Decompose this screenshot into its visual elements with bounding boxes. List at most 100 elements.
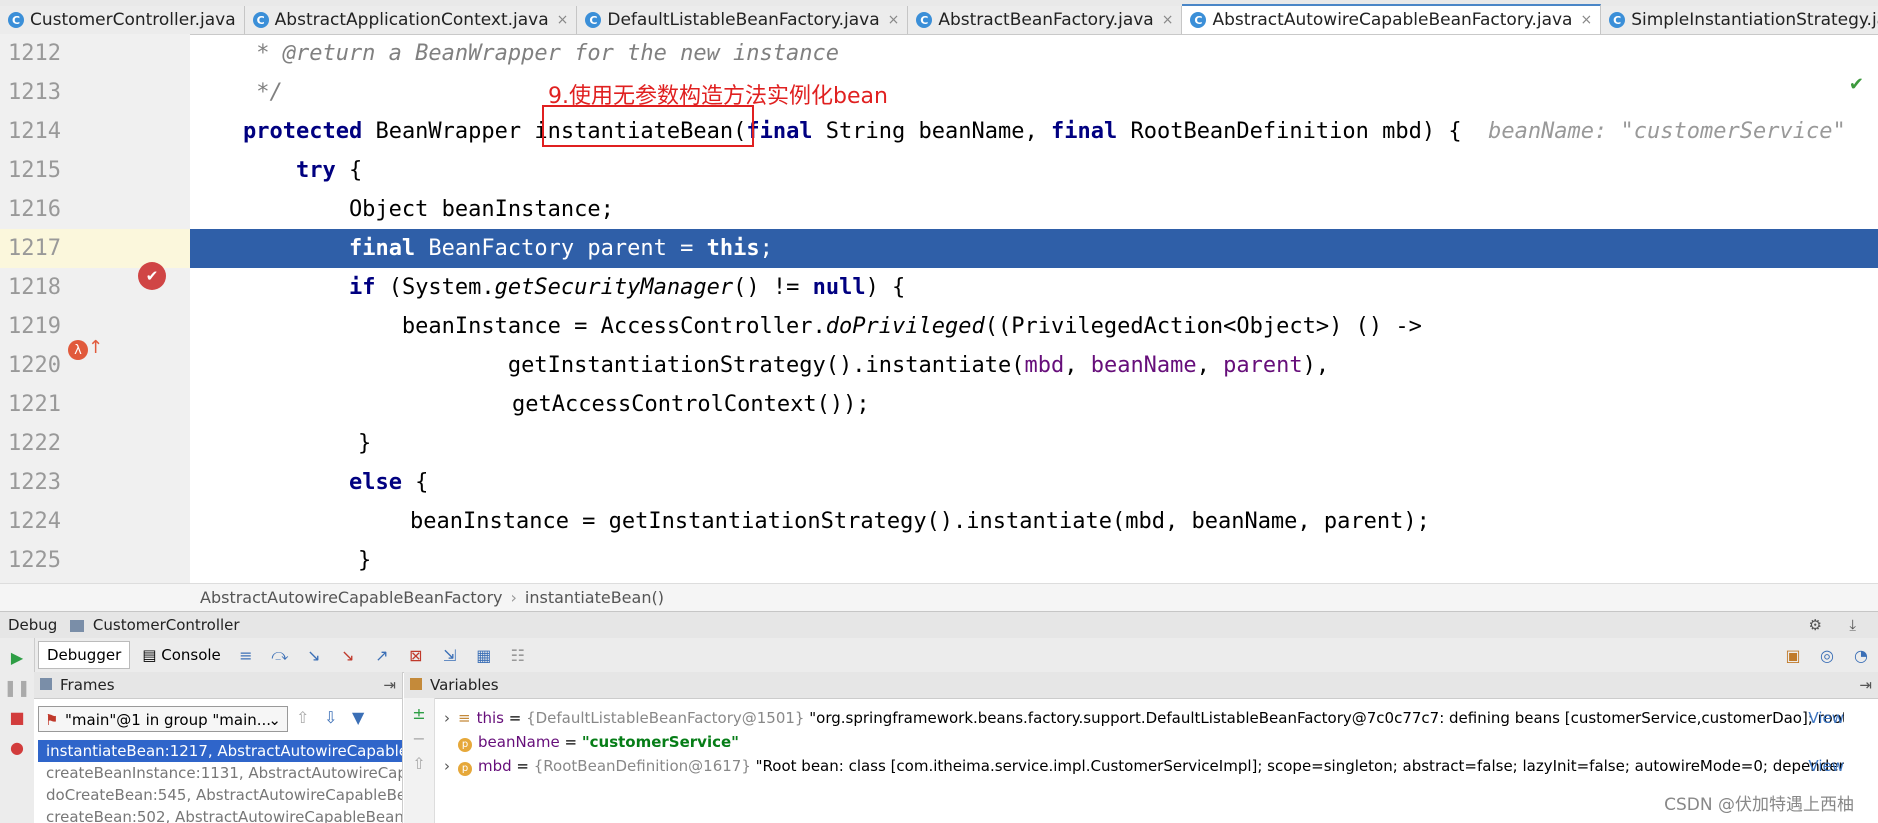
breadcrumb-class[interactable]: AbstractAutowireCapableBeanFactory [200, 584, 503, 612]
arrow-up-icon[interactable]: ⇧ [404, 754, 434, 773]
variable-row[interactable]: › ≡ this = {DefaultListableBeanFactory@150… [444, 706, 1844, 730]
tab-abstractapplicationcontext[interactable]: C AbstractApplicationContext.java × [244, 6, 578, 34]
arrow-up-icon[interactable]: ⇧ [296, 708, 309, 727]
variable-eq: = [559, 733, 582, 751]
tab-abstractbeanfactory[interactable]: C AbstractBeanFactory.java × [908, 6, 1183, 34]
stack-frame[interactable]: createBean:502, AbstractAutowireCapableB… [38, 806, 402, 823]
tab-debugger[interactable]: Debugger [38, 641, 131, 669]
thread-selector[interactable]: ⚑ "main"@1 in group "main... ⌄ [38, 706, 288, 732]
code-text: beanInstance = AccessController.doPrivil… [190, 307, 1422, 346]
keyword: final [1050, 119, 1118, 144]
code-text: getInstantiationStrategy().instantiate(m… [190, 346, 1329, 385]
code-text: } [358, 431, 372, 456]
code-fragment: beanInstance = AccessController. [401, 314, 826, 339]
lambda-icon[interactable]: λ [68, 340, 88, 360]
tab-customercontroller[interactable]: C CustomerController.java [0, 6, 245, 34]
run-config-icon [70, 619, 85, 632]
code-line: 1224 beanInstance = getInstantiationStra… [0, 502, 1878, 541]
chevron-right-icon[interactable]: › [444, 709, 450, 727]
code-fragment: ), [1302, 353, 1330, 378]
pin-icon[interactable]: ⇥ [1859, 672, 1872, 698]
step-out-icon[interactable]: ↗ [371, 644, 393, 666]
variables-icon [410, 678, 422, 690]
minus-icon[interactable]: − [404, 729, 434, 748]
trace-icon[interactable]: ☷ [507, 644, 529, 666]
console-icon: ▤ [142, 646, 157, 664]
stack-frame[interactable]: createBeanInstance:1131, AbstractAutowir… [38, 762, 402, 784]
watermark: CSDN @伏加特遇上西柚 [1664, 795, 1854, 815]
tab-simpleinstantiationstrategy[interactable]: CSimpleInstantiationStrategy.java× [1601, 6, 1878, 34]
line-number: 1212 [8, 41, 61, 66]
code-fragment: ((PrivilegedAction<Object>) () -> [984, 314, 1422, 339]
code-line: 1223 else { [0, 463, 1878, 502]
variable-ref: {RootBeanDefinition@1617} [533, 757, 751, 775]
arrow-up-icon: ↑ [88, 337, 104, 358]
field-icon: ≡ [458, 709, 471, 727]
code-line: 1220 getInstantiationStrategy().instanti… [0, 346, 1878, 385]
thread-selector-value: "main"@1 in group "main... [65, 711, 272, 729]
close-icon[interactable]: × [557, 12, 569, 28]
step-over-icon[interactable]: ⤼ [269, 644, 291, 666]
line-number: 1224 [8, 509, 61, 534]
arrow-down-icon[interactable]: ⇩ [324, 708, 337, 727]
line-number: 1213 [8, 80, 61, 105]
code-text: final BeanFactory parent = this; [190, 229, 773, 268]
tab-defaultlistablebeanfactory[interactable]: C DefaultListableBeanFactory.java × [577, 6, 909, 34]
settings-icon[interactable]: ◎ [1816, 644, 1838, 666]
stop-icon[interactable]: ■ [6, 706, 28, 728]
close-icon[interactable]: × [888, 12, 900, 28]
pause-icon[interactable]: ❚❚ [4, 676, 31, 698]
run-to-cursor-icon[interactable]: ⇲ [439, 644, 461, 666]
evaluate-expression-icon[interactable]: ▦ [473, 644, 495, 666]
code-text: */ [190, 80, 283, 105]
frames-panel: Frames ⇥ ⚑ "main"@1 in group "main... ⌄ … [34, 672, 403, 823]
variable-name: this [476, 709, 504, 727]
chevron-right-icon[interactable]: › [444, 757, 450, 775]
breadcrumb: AbstractAutowireCapableBeanFactory › insta… [0, 583, 1878, 612]
close-icon[interactable]: × [1580, 12, 1592, 28]
gear-icon[interactable]: ⚙ [1809, 612, 1822, 639]
step-into-icon[interactable]: ↘ [303, 644, 325, 666]
variable-row[interactable]: › p mbd = {RootBeanDefinition@1617} "Root … [444, 754, 1844, 778]
hide-icon[interactable]: ⤓ [1849, 612, 1856, 639]
breadcrumb-method[interactable]: instantiateBean() [525, 584, 664, 612]
annotation-box [542, 105, 754, 147]
tab-abstractautowirecapablebeanfactory[interactable]: C AbstractAutowireCapableBeanFactory.java… [1182, 4, 1602, 34]
code-fragment: (System. [375, 275, 495, 300]
view-link[interactable]: View [1808, 706, 1844, 730]
filter-icon[interactable]: ▼ [352, 708, 364, 727]
code-line: 1215 try { [0, 151, 1878, 190]
code-line: 1212 * @return a BeanWrapper for the new… [0, 34, 1878, 73]
drop-frame-icon[interactable]: ⊠ [405, 644, 427, 666]
tab-console-label: Console [161, 646, 221, 664]
captured-variable: parent [1223, 353, 1303, 378]
chevron-down-icon: ⌄ [268, 711, 281, 729]
variables-header: Variables ⇥ [404, 672, 1878, 699]
breakpoint-icon[interactable]: ✔ [138, 262, 166, 290]
code-text: if (System.getSecurityManager() != null)… [190, 268, 905, 307]
tab-console[interactable]: ▤ Console [134, 642, 229, 668]
code-fragment: ) { [865, 275, 906, 300]
code-editor[interactable]: 1212 * @return a BeanWrapper for the new… [0, 34, 1878, 583]
memory-icon[interactable]: ◔ [1850, 644, 1872, 666]
stack-frame[interactable]: instantiateBean:1217, AbstractAutowireCa… [38, 740, 402, 762]
variable-eq: = [511, 757, 534, 775]
view-breakpoints-icon[interactable]: ● [6, 736, 28, 758]
line-number: 1216 [8, 197, 61, 222]
show-execution-point-icon[interactable]: ≡ [235, 644, 257, 666]
force-step-into-icon[interactable]: ↘ [337, 644, 359, 666]
debug-action-strip: ▶ ❚❚ ■ ● [0, 638, 35, 823]
keyword: protected [242, 119, 363, 144]
resume-icon[interactable]: ▶ [6, 646, 28, 668]
thread-icon: ⚑ [45, 711, 59, 729]
keyword: try [295, 158, 336, 183]
run-config-name[interactable]: CustomerController [93, 616, 240, 634]
variable-row[interactable]: ›pbeanName = "customerService" [444, 730, 1844, 754]
stack-frame[interactable]: doCreateBean:545, AbstractAutowireCapabl… [38, 784, 402, 806]
pin-icon[interactable]: ⇥ [383, 672, 396, 698]
restore-layout-icon[interactable]: ▣ [1782, 644, 1804, 666]
view-link[interactable]: View [1808, 754, 1844, 778]
keyword: this [706, 236, 760, 261]
evaluate-icon[interactable]: ± [404, 704, 434, 723]
close-icon[interactable]: × [1162, 12, 1174, 28]
